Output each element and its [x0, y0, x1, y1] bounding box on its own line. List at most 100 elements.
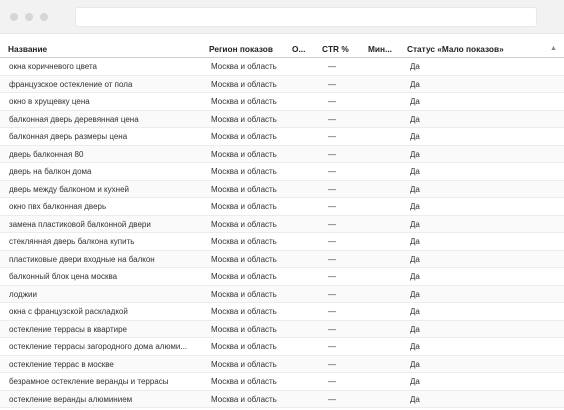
sort-ascending-icon[interactable]: ▲ — [550, 45, 557, 52]
keyword-cell: остекление террас в москве — [9, 359, 114, 369]
region-cell: Москва и область — [211, 237, 277, 246]
table-row[interactable]: остекление террасы в квартире Москва и об… — [0, 320, 564, 338]
table-row[interactable]: стеклянная дверь балкона купить Москва и … — [0, 233, 564, 251]
status-cell: Да — [410, 289, 420, 299]
status-cell: Да — [410, 167, 420, 176]
table-row[interactable]: окна с французской раскладкой Москва и об… — [0, 303, 564, 321]
keyword-cell: пластиковые двери входные на балкон — [9, 254, 155, 264]
keyword-cell: остекление веранды алюминием — [9, 394, 133, 404]
keyword-cell: дверь на балкон дома — [9, 167, 92, 176]
region-cell: Москва и область — [211, 377, 277, 386]
keyword-cell: балконный блок цена москва — [9, 272, 118, 281]
status-cell: Да — [410, 359, 420, 369]
table-row[interactable]: дверь на балкон дома Москва и область — Да — [0, 163, 564, 181]
status-cell: Да — [410, 237, 420, 246]
table-row[interactable]: окна коричневого цвета Москва и область — Д… — [0, 58, 564, 76]
ctr-cell: — — [328, 79, 336, 89]
table-row[interactable]: остекление террасы загородного дома алюм… — [0, 338, 564, 356]
region-cell: Москва и область — [211, 132, 277, 141]
title-bar — [0, 0, 564, 34]
table-row[interactable]: лоджии Москва и область — Да — [0, 285, 564, 303]
table-row[interactable]: окно пвх балконная дверь Москва и область… — [0, 198, 564, 216]
ctr-cell: — — [328, 342, 336, 351]
column-header-name[interactable]: Название — [8, 44, 47, 54]
region-cell: Москва и область — [211, 202, 277, 211]
status-cell: Да — [410, 202, 420, 211]
keyword-cell: стеклянная дверь балкона купить — [9, 237, 135, 246]
keyword-cell: балконная дверь размеры цена — [9, 132, 128, 141]
region-cell: Москва и область — [211, 307, 277, 316]
keyword-cell: дверь между балконом и кухней — [9, 184, 129, 194]
keyword-cell: безрамное остекление веранды и террасы — [9, 377, 169, 386]
status-cell: Да — [410, 79, 420, 89]
ctr-cell: — — [328, 62, 336, 71]
table-row[interactable]: пластиковые двери входные на балкон Москв… — [0, 250, 564, 268]
column-header-o[interactable]: О... — [292, 44, 305, 54]
ctr-cell: — — [328, 97, 336, 106]
status-cell: Да — [410, 394, 420, 404]
table-row[interactable]: дверь балконная 80 Москва и область — Да — [0, 145, 564, 163]
ctr-cell: — — [328, 202, 336, 211]
ctr-cell: — — [328, 394, 336, 404]
status-cell: Да — [410, 132, 420, 141]
region-cell: Москва и область — [211, 359, 277, 369]
ctr-cell: — — [328, 149, 336, 159]
column-header-low-impressions-status[interactable]: Статус «Мало показов» — [407, 44, 504, 54]
ctr-cell: — — [328, 167, 336, 176]
column-header-min[interactable]: Мин... — [368, 44, 392, 54]
keyword-cell: замена пластиковой балконной двери — [9, 219, 151, 229]
table-row[interactable]: остекление веранды алюминием Москва и обл… — [0, 390, 564, 408]
ctr-cell: — — [328, 359, 336, 369]
column-header-region[interactable]: Регион показов — [209, 44, 273, 54]
table-row[interactable]: французское остекление от пола Москва и о… — [0, 75, 564, 93]
table-row[interactable]: окно в хрущевку цена Москва и область — Да — [0, 93, 564, 111]
table-row[interactable]: дверь между балконом и кухней Москва и об… — [0, 180, 564, 198]
keyword-cell: дверь балконная 80 — [9, 149, 84, 159]
table-row[interactable]: балконная дверь размеры цена Москва и обл… — [0, 128, 564, 146]
keyword-cell: окна коричневого цвета — [9, 62, 98, 71]
ctr-cell: — — [328, 219, 336, 229]
region-cell: Москва и область — [211, 114, 277, 124]
browser-window: Название Регион показов О... CTR % Мин..… — [0, 0, 564, 410]
status-cell: Да — [410, 184, 420, 194]
ctr-cell: — — [328, 114, 336, 124]
status-cell: Да — [410, 114, 420, 124]
address-bar[interactable] — [75, 7, 537, 27]
ctr-cell: — — [328, 377, 336, 386]
keyword-cell: остекление террасы загородного дома алюм… — [9, 342, 188, 351]
table-row[interactable]: остекление террас в москве Москва и облас… — [0, 355, 564, 373]
ctr-cell: — — [328, 237, 336, 246]
keyword-cell: окна с французской раскладкой — [9, 307, 128, 316]
region-cell: Москва и область — [211, 254, 277, 264]
region-cell: Москва и область — [211, 97, 277, 106]
keywords-table: Название Регион показов О... CTR % Мин..… — [0, 40, 564, 410]
region-cell: Москва и область — [211, 394, 277, 404]
window-dot-icon[interactable] — [40, 13, 48, 21]
keyword-cell: остекление террасы в квартире — [9, 324, 127, 334]
region-cell: Москва и область — [211, 219, 277, 229]
status-cell: Да — [410, 97, 420, 106]
table-row[interactable]: безрамное остекление веранды и террасы Мо… — [0, 373, 564, 391]
table-row[interactable]: замена пластиковой балконной двери Москва… — [0, 215, 564, 233]
status-cell: Да — [410, 324, 420, 334]
region-cell: Москва и область — [211, 289, 277, 299]
ctr-cell: — — [328, 289, 336, 299]
keyword-cell: окно в хрущевку цена — [9, 97, 90, 106]
region-cell: Москва и область — [211, 62, 277, 71]
keyword-cell: окно пвх балконная дверь — [9, 202, 107, 211]
keyword-cell: балконная дверь деревянная цена — [9, 114, 139, 124]
keyword-cell: лоджии — [9, 289, 37, 299]
status-cell: Да — [410, 342, 420, 351]
table-row[interactable]: балконный блок цена москва Москва и облас… — [0, 268, 564, 286]
ctr-cell: — — [328, 307, 336, 316]
column-header-ctr[interactable]: CTR % — [322, 44, 349, 54]
table-row[interactable]: балконная дверь деревянная цена Москва и … — [0, 110, 564, 128]
window-dot-icon[interactable] — [25, 13, 33, 21]
region-cell: Москва и область — [211, 324, 277, 334]
window-dot-icon[interactable] — [10, 13, 18, 21]
status-cell: Да — [410, 307, 420, 316]
table-header: Название Регион показов О... CTR % Мин..… — [0, 40, 564, 58]
ctr-cell: — — [328, 184, 336, 194]
status-cell: Да — [410, 254, 420, 264]
keyword-cell: французское остекление от пола — [9, 79, 133, 89]
